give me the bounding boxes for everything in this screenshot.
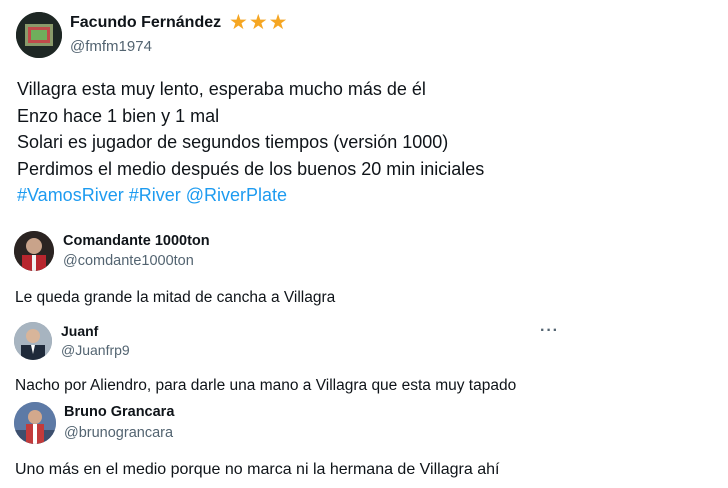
reply-text: Uno más en el medio porque no marca ni l… [15,461,500,478]
avatar-image [16,12,62,58]
hashtag-link[interactable]: #River [129,185,181,205]
star-icon: ★ [248,11,268,34]
tweet-thread: Facundo Fernández ★ ★ ★ @fmfm1974 Villag… [0,0,728,488]
badge-group: ★ ★ ★ [229,12,287,34]
avatar[interactable] [14,402,56,444]
tweet-line: Perdimos el medio después de los buenos … [17,158,485,179]
tweet-line: Villagra esta muy lento, esperaba mucho … [17,79,426,99]
avatar-image [14,322,52,360]
avatar[interactable] [16,12,62,58]
star-icon: ★ [268,11,288,34]
avatar-image [14,231,54,271]
author-handle[interactable]: @brunograncara [64,425,173,441]
avatar[interactable] [14,322,52,360]
author-name[interactable]: Bruno Grancara [64,404,174,420]
author-handle[interactable]: @Juanfrp9 [61,342,130,358]
author-handle[interactable]: @fmfm1974 [70,38,152,55]
tweet-text: Villagra esta muy lento, esperaba mucho … [17,76,484,209]
star-icon: ★ [229,11,248,34]
reply-text: Le queda grande la mitad de cancha a Vil… [15,289,336,306]
reply-text: Nacho por Aliendro, para darle una mano … [15,377,517,394]
mention-link[interactable]: @RiverPlate [186,185,287,205]
author-handle[interactable]: @comdante1000ton [63,253,194,269]
tweet-line: Solari es jugador de segundos tiempos (v… [17,132,449,153]
hashtag-link[interactable]: #VamosRiver [17,185,124,205]
author-name[interactable]: Comandante 1000ton [63,233,210,249]
author-name[interactable]: Juanf [61,323,98,339]
tweet-line: Enzo hace 1 bien y 1 mal [17,105,220,126]
avatar[interactable] [14,231,54,271]
author-name[interactable]: Facundo Fernández [70,14,221,32]
more-options-icon[interactable]: ··· [540,322,559,340]
hashtag-line: #VamosRiver #River @RiverPlate [17,182,484,209]
avatar-image [14,402,56,444]
